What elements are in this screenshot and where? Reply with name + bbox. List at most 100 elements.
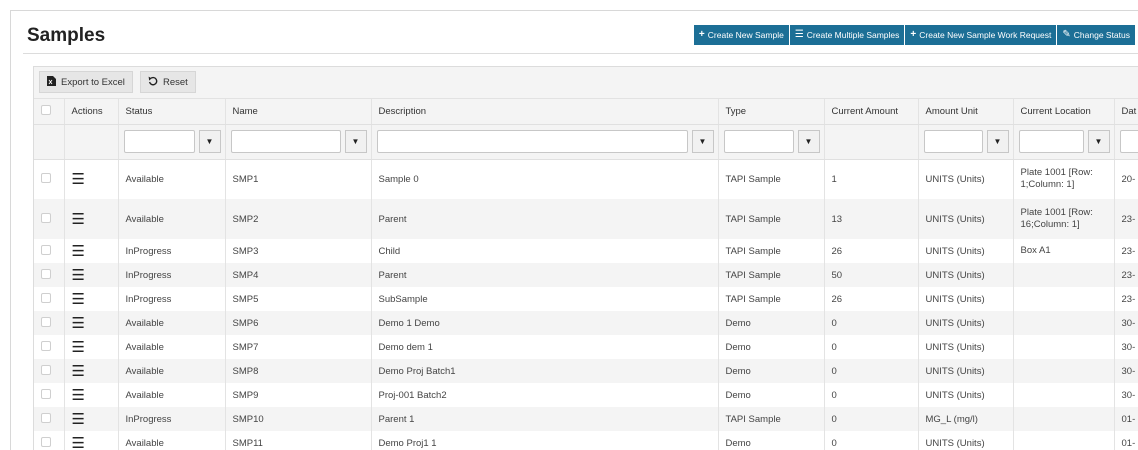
filter-cell-description: ▼ (371, 124, 719, 160)
column-header-description[interactable]: Description (371, 99, 719, 125)
column-header-current-location[interactable]: Current Location (1013, 99, 1115, 125)
reset-button[interactable]: Reset (140, 71, 196, 93)
actions-menu-icon[interactable]: ☰ (72, 243, 85, 260)
row-select-cell (34, 199, 65, 239)
row-select-cell (34, 383, 65, 407)
row-checkbox[interactable] (41, 316, 51, 327)
current-location-cell: Box A1 (1013, 239, 1115, 263)
column-header-amount-unit[interactable]: Amount Unit (918, 99, 1014, 125)
filter-icon[interactable]: ▼ (797, 130, 820, 153)
actions-menu-icon[interactable]: ☰ (72, 211, 85, 228)
column-header-actions[interactable]: Actions (64, 99, 119, 125)
column-header-status[interactable]: Status (118, 99, 226, 125)
change-status-button[interactable]: ✎ Change Status (1057, 25, 1135, 45)
top-actions: + Create New Sample ☰ Create Multiple Sa… (693, 25, 1135, 45)
filter-icon[interactable]: ▼ (198, 130, 221, 153)
wrench-icon: ✎ (1062, 29, 1071, 40)
row-checkbox[interactable] (41, 172, 51, 183)
description-cell: Sample 0 (371, 159, 719, 199)
current-location-cell (1013, 383, 1115, 407)
column-header-current-amount[interactable]: Current Amount (824, 99, 919, 125)
row-checkbox[interactable] (41, 244, 51, 255)
table-row[interactable]: ☰ Available SMP2 Parent TAPI Sample 13 U… (34, 199, 1138, 239)
create-sample-work-request-button[interactable]: + Create New Sample Work Request (905, 25, 1057, 45)
samples-grid: Export to Excel Reset Actions Status Nam… (33, 66, 1138, 450)
column-header-date[interactable]: Dat (1114, 99, 1138, 125)
row-checkbox[interactable] (41, 412, 51, 423)
amount-unit-cell: UNITS (Units) (918, 239, 1014, 263)
filter-row: ▼ ▼ ▼ ▼ ▼ ▼ (34, 124, 1138, 160)
row-checkbox[interactable] (41, 292, 51, 303)
name-cell: SMP9 (225, 383, 372, 407)
select-all-checkbox[interactable] (41, 104, 51, 115)
description-filter-input[interactable] (376, 130, 688, 153)
row-checkbox[interactable] (41, 268, 51, 279)
actions-menu-icon[interactable]: ☰ (72, 339, 85, 356)
export-to-excel-label: Export to Excel (61, 76, 125, 88)
filter-icon[interactable]: ▼ (344, 130, 367, 153)
amount-unit-cell: UNITS (Units) (918, 335, 1014, 359)
excel-file-icon (47, 75, 56, 89)
status-cell: Available (118, 199, 226, 239)
actions-menu-icon[interactable]: ☰ (72, 363, 85, 380)
table-row[interactable]: ☰ InProgress SMP4 Parent TAPI Sample 50 … (34, 263, 1138, 287)
type-cell: Demo (718, 431, 825, 450)
filter-icon[interactable]: ▼ (691, 130, 714, 153)
status-cell: Available (118, 335, 226, 359)
undo-icon (148, 76, 158, 89)
type-filter-input[interactable] (723, 130, 794, 153)
location-filter-input[interactable] (1018, 130, 1084, 153)
amount-unit-cell: UNITS (Units) (918, 159, 1014, 199)
amount-unit-filter-input[interactable] (923, 130, 983, 153)
amount-unit-cell: UNITS (Units) (918, 383, 1014, 407)
table-row[interactable]: ☰ InProgress SMP3 Child TAPI Sample 26 U… (34, 239, 1138, 263)
actions-menu-icon[interactable]: ☰ (72, 267, 85, 284)
actions-menu-icon[interactable]: ☰ (72, 171, 85, 188)
filter-icon[interactable]: ▼ (986, 130, 1009, 153)
current-amount-cell: 0 (824, 311, 919, 335)
current-location-cell (1013, 431, 1115, 450)
filter-icon[interactable]: ▼ (1087, 130, 1110, 153)
table-row[interactable]: ☰ InProgress SMP10 Parent 1 TAPI Sample … (34, 407, 1138, 431)
actions-menu-icon[interactable]: ☰ (72, 291, 85, 308)
date-cell: 01- (1114, 431, 1138, 450)
actions-menu-icon[interactable]: ☰ (72, 315, 85, 332)
status-filter-input[interactable] (123, 130, 195, 153)
actions-menu-icon[interactable]: ☰ (72, 387, 85, 404)
current-location-cell: Plate 1001 [Row: 16;Column: 1] (1013, 199, 1115, 239)
description-cell: Parent (371, 199, 719, 239)
current-location-cell (1013, 407, 1115, 431)
date-cell: 30- (1114, 311, 1138, 335)
export-to-excel-button[interactable]: Export to Excel (39, 71, 133, 93)
actions-menu-icon[interactable]: ☰ (72, 411, 85, 428)
table-row[interactable]: ☰ Available SMP11 Demo Proj1 1 Demo 0 UN… (34, 431, 1138, 450)
name-filter-input[interactable] (230, 130, 341, 153)
current-amount-cell: 26 (824, 239, 919, 263)
name-cell: SMP1 (225, 159, 372, 199)
row-select-cell (34, 263, 65, 287)
row-checkbox[interactable] (41, 212, 51, 223)
select-all-header (34, 99, 65, 125)
row-checkbox[interactable] (41, 388, 51, 399)
actions-menu-icon[interactable]: ☰ (72, 435, 85, 450)
status-cell: InProgress (118, 239, 226, 263)
plus-icon: + (698, 29, 705, 40)
table-row[interactable]: ☰ Available SMP7 Demo dem 1 Demo 0 UNITS… (34, 335, 1138, 359)
table-row[interactable]: ☰ Available SMP9 Proj-001 Batch2 Demo 0 … (34, 383, 1138, 407)
row-checkbox[interactable] (41, 340, 51, 351)
name-cell: SMP7 (225, 335, 372, 359)
create-multiple-samples-button[interactable]: ☰ Create Multiple Samples (789, 25, 905, 45)
date-filter-input[interactable] (1119, 130, 1138, 153)
row-checkbox[interactable] (41, 436, 51, 447)
table-row[interactable]: ☰ Available SMP6 Demo 1 Demo Demo 0 UNIT… (34, 311, 1138, 335)
create-new-sample-button[interactable]: + Create New Sample (693, 25, 789, 45)
column-header-name[interactable]: Name (225, 99, 372, 125)
filter-cell-empty (64, 124, 119, 160)
row-checkbox[interactable] (41, 364, 51, 375)
column-header-type[interactable]: Type (718, 99, 825, 125)
table-row[interactable]: ☰ InProgress SMP5 SubSample TAPI Sample … (34, 287, 1138, 311)
table-row[interactable]: ☰ Available SMP1 Sample 0 TAPI Sample 1 … (34, 159, 1138, 199)
table-row[interactable]: ☰ Available SMP8 Demo Proj Batch1 Demo 0… (34, 359, 1138, 383)
row-select-cell (34, 311, 65, 335)
name-cell: SMP2 (225, 199, 372, 239)
